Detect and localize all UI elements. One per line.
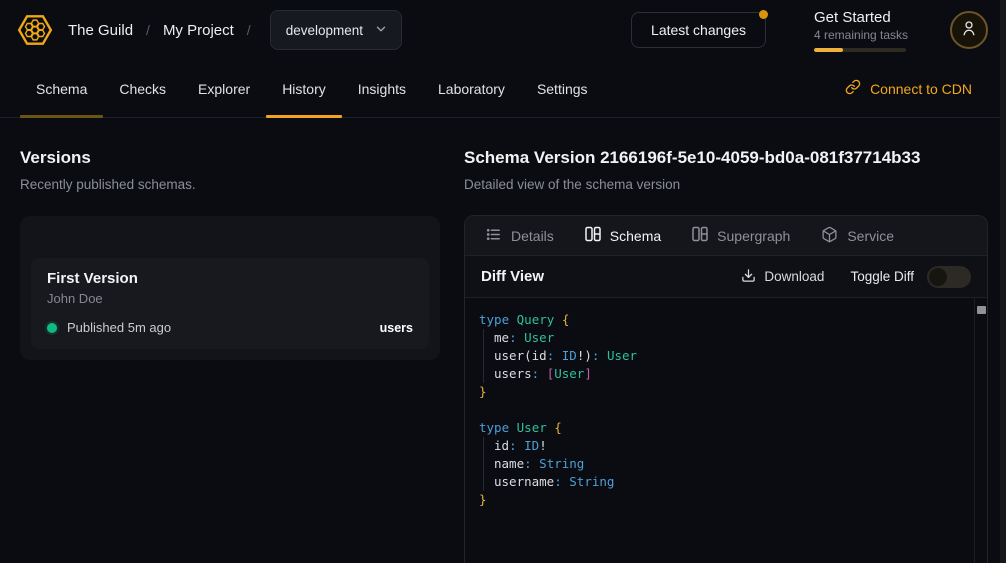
code-line (479, 401, 967, 419)
version-detail-card: Details Schema Sup (464, 215, 988, 563)
get-started-widget[interactable]: Get Started 4 remaining tasks (814, 9, 920, 52)
version-title: First Version (47, 270, 413, 287)
code-scrollbar-thumb[interactable] (977, 306, 986, 314)
indent-guide (483, 347, 494, 365)
code-line: id: ID! (479, 437, 967, 455)
code-line: type Query { (479, 311, 967, 329)
indent-guide (483, 473, 494, 491)
link-icon (845, 79, 861, 98)
guild-logo[interactable] (16, 11, 54, 49)
toggle-diff-control: Toggle Diff (850, 266, 971, 288)
tab-supergraph-label: Supergraph (717, 228, 790, 244)
tab-schema[interactable]: Schema (20, 60, 103, 117)
code-scrollbar[interactable] (974, 298, 987, 563)
tab-schema-label: Schema (610, 228, 661, 244)
code-line: } (479, 383, 967, 401)
code-line: type User { (479, 419, 967, 437)
person-icon (960, 19, 978, 42)
diff-toggle-knob (929, 268, 947, 286)
indent-guide (483, 365, 494, 383)
version-status: Published 5m ago (67, 320, 171, 335)
target-selector[interactable]: development (270, 10, 402, 50)
tab-explorer[interactable]: Explorer (182, 60, 266, 117)
tab-checks[interactable]: Checks (103, 60, 182, 117)
tab-settings[interactable]: Settings (521, 60, 604, 117)
tab-laboratory[interactable]: Laboratory (422, 60, 521, 117)
primary-tabs: SchemaChecksExplorerHistoryInsightsLabor… (20, 60, 604, 117)
breadcrumb: The Guild / My Project / development (68, 10, 402, 50)
latest-changes-button[interactable]: Latest changes (631, 12, 766, 48)
diff-controls: Download Toggle Diff (741, 266, 971, 288)
panels-icon (585, 226, 601, 245)
download-label: Download (764, 269, 824, 284)
code-line: } (479, 491, 967, 509)
version-detail-subtitle: Detailed view of the schema version (464, 176, 988, 193)
tab-service[interactable]: Service (821, 226, 894, 246)
download-button[interactable]: Download (741, 268, 824, 286)
get-started-progress-track (814, 48, 906, 52)
notification-dot (759, 10, 768, 19)
code-lines: type Query {me: Useruser(id: ID!): Useru… (479, 311, 967, 509)
breadcrumb-project[interactable]: My Project (163, 22, 234, 39)
versions-title: Versions (20, 148, 440, 168)
published-dot (47, 323, 57, 333)
service-badge: users (380, 321, 413, 335)
progress-fill (814, 48, 843, 52)
version-detail-panel: Schema Version 2166196f-5e10-4059-bd0a-0… (464, 148, 988, 563)
code-line: me: User (479, 329, 967, 347)
version-list-card: First Version John Doe Published 5m ago … (20, 216, 440, 360)
indent-guide (483, 455, 494, 473)
breadcrumb-separator: / (247, 22, 251, 38)
box-icon (821, 226, 838, 246)
version-author: John Doe (47, 291, 413, 306)
panels-icon (692, 226, 708, 245)
app-header: The Guild / My Project / development Lat… (0, 0, 1006, 60)
detail-tabs: Details Schema Sup (465, 216, 987, 256)
tab-insights[interactable]: Insights (342, 60, 422, 117)
page-scrollbar[interactable] (1000, 0, 1006, 563)
tab-details-label: Details (511, 228, 554, 244)
diff-view-title: Diff View (481, 268, 544, 285)
tab-schema[interactable]: Schema (585, 226, 661, 245)
get-started-title: Get Started (814, 9, 920, 26)
diff-toggle[interactable] (927, 266, 971, 288)
latest-changes-label: Latest changes (651, 22, 746, 38)
diff-toolbar: Diff View Download Toggle Diff (465, 256, 987, 298)
code-line: name: String (479, 455, 967, 473)
code-line: users: [User] (479, 365, 967, 383)
toggle-diff-label: Toggle Diff (850, 269, 914, 284)
main-content: Versions Recently published schemas. Fir… (0, 118, 1006, 563)
versions-subtitle: Recently published schemas. (20, 176, 440, 193)
breadcrumb-separator: / (146, 22, 150, 38)
avatar-button[interactable] (950, 11, 988, 49)
version-detail-title: Schema Version 2166196f-5e10-4059-bd0a-0… (464, 148, 988, 168)
primary-nav: SchemaChecksExplorerHistoryInsightsLabor… (0, 60, 1006, 118)
indent-guide (483, 437, 494, 455)
list-icon (485, 226, 502, 246)
tab-history[interactable]: History (266, 60, 342, 117)
version-meta-row: Published 5m ago users (47, 320, 413, 335)
schema-code-block: type Query {me: Useruser(id: ID!): Useru… (465, 298, 987, 563)
code-line: user(id: ID!): User (479, 347, 967, 365)
indent-guide (483, 329, 494, 347)
tab-service-label: Service (847, 228, 894, 244)
target-selector-value: development (286, 23, 363, 38)
connect-cdn-label: Connect to CDN (870, 81, 972, 97)
chevron-down-icon (374, 22, 388, 39)
download-icon (741, 268, 756, 286)
version-item[interactable]: First Version John Doe Published 5m ago … (31, 258, 429, 349)
versions-panel: Versions Recently published schemas. Fir… (20, 148, 440, 360)
tab-supergraph[interactable]: Supergraph (692, 226, 790, 245)
tab-details[interactable]: Details (485, 226, 554, 246)
get-started-subtitle: 4 remaining tasks (814, 28, 920, 42)
breadcrumb-org[interactable]: The Guild (68, 22, 133, 39)
code-line: username: String (479, 473, 967, 491)
connect-cdn-link[interactable]: Connect to CDN (845, 60, 972, 117)
